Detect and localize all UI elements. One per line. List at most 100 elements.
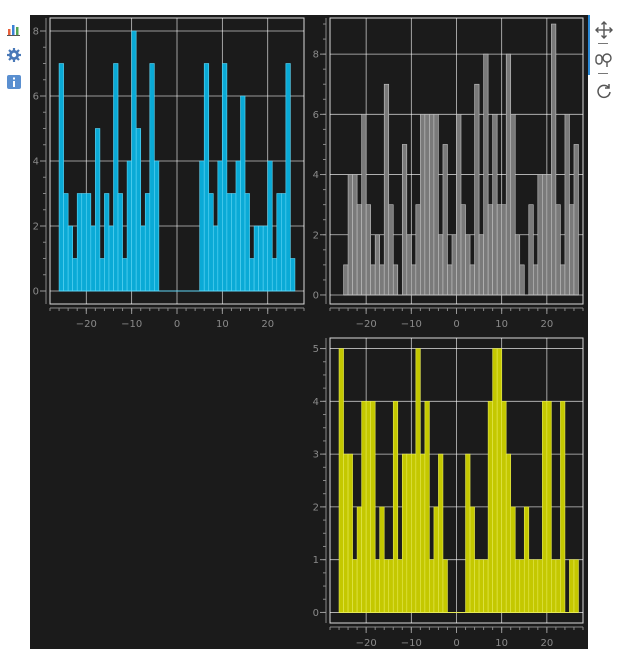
histogram-bar[interactable] bbox=[81, 193, 87, 292]
histogram-bar[interactable] bbox=[505, 453, 512, 613]
histogram-bar[interactable] bbox=[343, 453, 349, 613]
histogram-bar[interactable] bbox=[542, 174, 548, 296]
histogram-bar[interactable] bbox=[383, 559, 390, 613]
histogram-bar[interactable] bbox=[492, 114, 498, 296]
histogram-bar[interactable] bbox=[361, 114, 367, 296]
histogram-bar[interactable] bbox=[438, 453, 444, 613]
histogram-bar[interactable] bbox=[131, 30, 137, 292]
histogram-bar[interactable] bbox=[276, 193, 282, 292]
histogram-bar[interactable] bbox=[258, 225, 264, 292]
histogram-bar[interactable] bbox=[474, 559, 480, 613]
histogram-bar[interactable] bbox=[374, 234, 380, 296]
histogram-bar[interactable] bbox=[154, 160, 160, 292]
histogram-bar[interactable] bbox=[392, 401, 399, 613]
histogram-bar[interactable] bbox=[144, 193, 151, 292]
histogram-bar[interactable] bbox=[126, 160, 132, 292]
histogram-bar[interactable] bbox=[149, 63, 155, 292]
histogram-bar[interactable] bbox=[370, 264, 376, 296]
histogram-bar[interactable] bbox=[199, 160, 205, 292]
histogram-bar[interactable] bbox=[231, 193, 237, 292]
histogram-bar[interactable] bbox=[496, 204, 502, 296]
histogram-bar[interactable] bbox=[365, 401, 371, 613]
histogram-bar[interactable] bbox=[569, 204, 575, 296]
histogram-bar[interactable] bbox=[226, 193, 232, 292]
histogram-bar[interactable] bbox=[267, 160, 273, 292]
histogram-bar[interactable] bbox=[361, 401, 367, 613]
histogram-bar[interactable] bbox=[352, 559, 358, 613]
histogram-bar[interactable] bbox=[67, 225, 73, 292]
histogram-bar[interactable] bbox=[501, 401, 507, 613]
histogram-bar[interactable] bbox=[392, 264, 399, 296]
histogram-bar[interactable] bbox=[388, 204, 394, 296]
histogram-bar[interactable] bbox=[253, 225, 259, 292]
histogram-bar[interactable] bbox=[63, 193, 69, 292]
histogram-bar[interactable] bbox=[469, 506, 475, 613]
histogram-bar[interactable] bbox=[429, 114, 435, 296]
histogram-bar[interactable] bbox=[510, 506, 516, 613]
histogram-bar[interactable] bbox=[483, 53, 489, 296]
histogram-bar[interactable] bbox=[122, 258, 128, 292]
histogram-bar[interactable] bbox=[533, 559, 539, 613]
reset-tool-icon[interactable] bbox=[595, 82, 613, 100]
histogram-bar[interactable] bbox=[460, 204, 466, 296]
histogram-bar[interactable] bbox=[76, 193, 83, 292]
histogram-bar[interactable] bbox=[203, 63, 210, 292]
histogram-bar[interactable] bbox=[281, 193, 287, 292]
histogram-bar[interactable] bbox=[564, 114, 570, 296]
histogram-bar[interactable] bbox=[356, 204, 362, 296]
histogram-bar[interactable] bbox=[72, 258, 78, 292]
histogram-bar[interactable] bbox=[411, 453, 417, 613]
histogram-bar[interactable] bbox=[343, 264, 349, 296]
histogram-bar[interactable] bbox=[356, 506, 362, 613]
histogram-bar[interactable] bbox=[85, 193, 92, 292]
histogram-bar[interactable] bbox=[533, 264, 539, 296]
histogram-bar[interactable] bbox=[113, 63, 119, 292]
histogram-bar[interactable] bbox=[551, 559, 557, 613]
histogram-bar[interactable] bbox=[519, 559, 525, 613]
histogram-bar[interactable] bbox=[244, 193, 250, 292]
histogram-bar[interactable] bbox=[438, 234, 444, 296]
histogram-bar[interactable] bbox=[492, 348, 498, 613]
histogram-bar[interactable] bbox=[519, 264, 525, 296]
histogram-bar[interactable] bbox=[140, 225, 146, 292]
pan-tool-icon[interactable] bbox=[595, 21, 613, 39]
histogram-bar[interactable] bbox=[551, 23, 557, 296]
histogram-bar[interactable] bbox=[537, 174, 543, 296]
histogram-bar[interactable] bbox=[379, 264, 385, 296]
histogram-bar[interactable] bbox=[537, 559, 543, 613]
histogram-bar[interactable] bbox=[262, 225, 269, 292]
histogram-bar[interactable] bbox=[555, 559, 561, 613]
histogram-bar[interactable] bbox=[90, 225, 96, 292]
histogram-bar[interactable] bbox=[95, 128, 101, 292]
histogram-bar[interactable] bbox=[235, 160, 241, 292]
histogram-bar[interactable] bbox=[240, 95, 246, 292]
histogram-bar[interactable] bbox=[290, 258, 296, 292]
histogram-bar[interactable] bbox=[401, 144, 408, 296]
histogram-bar[interactable] bbox=[560, 401, 566, 613]
histogram-bar[interactable] bbox=[546, 401, 552, 613]
histogram-bar[interactable] bbox=[374, 559, 380, 613]
histogram-bar[interactable] bbox=[338, 348, 344, 613]
histogram-bar[interactable] bbox=[542, 401, 548, 613]
histogram-bar[interactable] bbox=[474, 83, 480, 296]
histogram-bar[interactable] bbox=[249, 258, 255, 292]
histogram-bar[interactable] bbox=[415, 204, 421, 296]
histogram-bar[interactable] bbox=[442, 559, 448, 613]
histogram-bar[interactable] bbox=[483, 559, 489, 613]
histogram-bar[interactable] bbox=[347, 174, 353, 296]
histogram-bar[interactable] bbox=[465, 453, 471, 613]
histogram-bar[interactable] bbox=[514, 234, 521, 296]
histogram-bar[interactable] bbox=[217, 160, 223, 292]
histogram-bar[interactable] bbox=[415, 348, 421, 613]
histogram-bar[interactable] bbox=[397, 559, 403, 613]
histogram-bar[interactable] bbox=[528, 204, 534, 296]
histogram-bar[interactable] bbox=[514, 559, 521, 613]
histogram-bar[interactable] bbox=[501, 204, 507, 296]
histogram-bar[interactable] bbox=[447, 264, 453, 296]
histogram-bar[interactable] bbox=[424, 114, 430, 296]
histogram-bar[interactable] bbox=[528, 559, 534, 613]
histogram-bar[interactable] bbox=[456, 114, 462, 296]
histogram-bar[interactable] bbox=[352, 174, 358, 296]
histogram-bar[interactable] bbox=[523, 506, 530, 613]
histogram-bar[interactable] bbox=[569, 559, 575, 613]
